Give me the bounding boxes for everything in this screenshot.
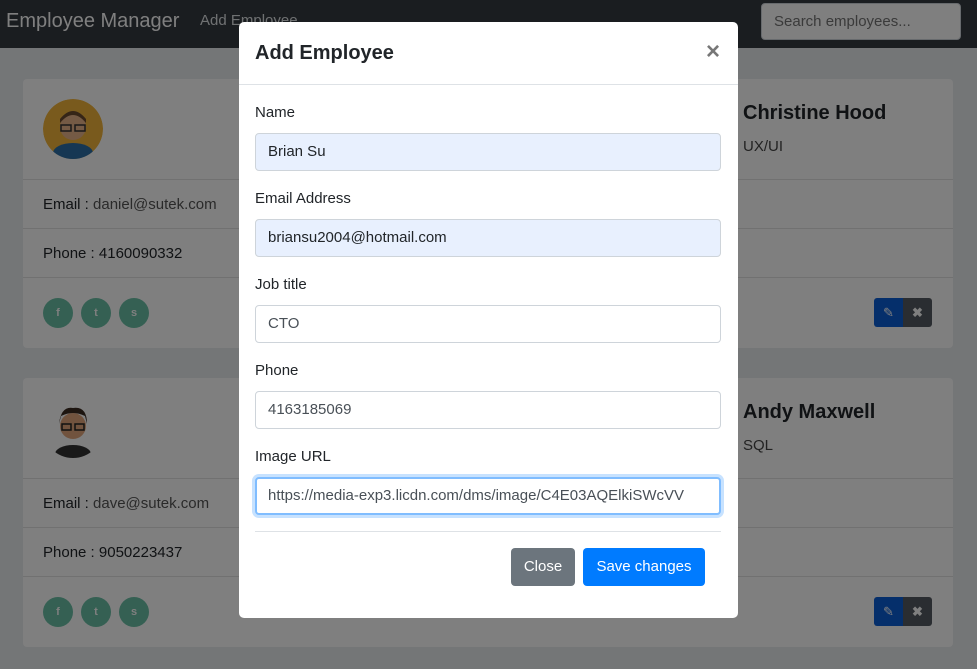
phone-input[interactable]: 4163185069	[255, 391, 721, 429]
save-changes-button[interactable]: Save changes	[583, 548, 705, 586]
image-url-input[interactable]: https://media-exp3.licdn.com/dms/image/C…	[255, 477, 721, 515]
close-button[interactable]: Close	[511, 548, 575, 586]
job-title-label: Job title	[255, 276, 307, 293]
job-title-input[interactable]: CTO	[255, 305, 721, 343]
name-input[interactable]: Brian Su	[255, 133, 721, 171]
modal-title: Add Employee	[255, 42, 394, 64]
email-input[interactable]: briansu2004@hotmail.com	[255, 219, 721, 257]
modal-footer-divider	[255, 531, 721, 532]
add-employee-modal: Add Employee × Name Brian Su Email Addre…	[239, 22, 738, 618]
modal-header: Add Employee ×	[239, 22, 738, 85]
phone-label: Phone	[255, 362, 299, 379]
close-icon[interactable]: ×	[706, 38, 720, 66]
image-url-label: Image URL	[255, 448, 331, 465]
email-label: Email Address	[255, 190, 351, 207]
name-label: Name	[255, 104, 296, 121]
